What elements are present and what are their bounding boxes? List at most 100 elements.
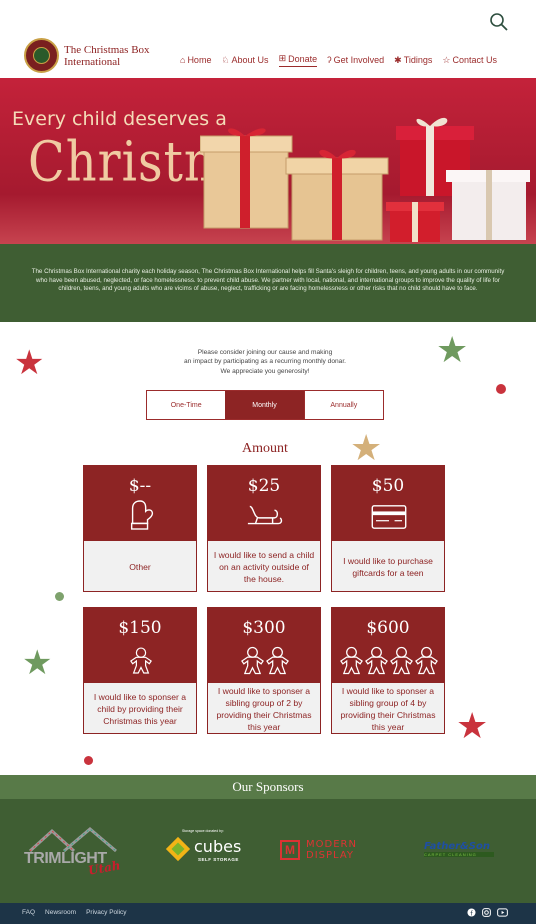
- hero-tagline: Every child deserves a: [12, 108, 227, 130]
- tree-icon: ☆: [442, 54, 451, 65]
- giftcard-icon: [371, 505, 407, 529]
- sponsors-area: TRIMLIGHT Utah Storage space donated by:…: [0, 799, 536, 903]
- nav-donate[interactable]: ⊞ Donate: [278, 53, 318, 67]
- tab-one-time[interactable]: One-Time: [147, 391, 225, 419]
- main-nav: ⌂ Home ♘ About Us ⊞ Donate ʔ Get Involved ✱ T…: [180, 53, 497, 67]
- gift-icon: ⊞: [278, 53, 287, 63]
- dot-decoration: [55, 592, 64, 601]
- nav-get-involved[interactable]: ʔ Get Involved: [327, 53, 384, 67]
- brand-name[interactable]: The Christmas Box International: [64, 44, 184, 68]
- nav-label: About Us: [231, 55, 269, 65]
- card-header: $25: [208, 466, 320, 541]
- card-header: $50: [332, 466, 444, 541]
- gift-boxes-image: [200, 117, 530, 242]
- card-description: I would like to sponser a child by provi…: [93, 691, 187, 726]
- tab-annually[interactable]: Annually: [303, 391, 383, 419]
- donation-card-50[interactable]: $50 I would like to purchase giftcards f…: [331, 465, 445, 592]
- card-price: $600: [366, 618, 410, 638]
- card-description: I would like to send a child on an activ…: [213, 549, 315, 584]
- home-icon: ⌂: [180, 55, 186, 65]
- appeal-line: We appreciate you generosity!: [220, 367, 310, 375]
- cubes-note: Storage space donated by:: [182, 829, 224, 833]
- brand-line-1: The Christmas Box: [64, 44, 150, 56]
- nav-label: Donate: [288, 53, 318, 64]
- snowflake-icon: ✱: [394, 54, 402, 65]
- gingerbread-pair-icon: [241, 646, 289, 675]
- star-decoration: ★: [456, 705, 489, 746]
- nav-home[interactable]: ⌂ Home: [180, 53, 211, 67]
- appeal-line: Please consider joining our cause and ma…: [197, 349, 333, 356]
- nav-about-us[interactable]: ♘ About Us: [221, 53, 268, 67]
- card-description: Other: [129, 561, 151, 572]
- sponsors-heading: Our Sponsors: [0, 775, 536, 799]
- cubes-logo[interactable]: Storage space donated by: cubes SELF STO…: [164, 829, 244, 875]
- card-price: $150: [118, 618, 162, 638]
- nav-label: Home: [187, 55, 212, 65]
- appeal-line: an impact by participating as a recurrin…: [184, 358, 346, 366]
- star-decoration: ★: [436, 329, 469, 370]
- modern-display-name: MODERN DISPLAY: [306, 839, 357, 861]
- card-header: $600: [332, 608, 444, 683]
- nav-label: Get Involved: [333, 55, 385, 65]
- nav-contact-us[interactable]: ☆ Contact Us: [442, 53, 497, 67]
- father-son-name: Father&Son: [424, 841, 490, 852]
- instagram-icon[interactable]: [482, 908, 491, 917]
- dot-decoration: [84, 756, 93, 765]
- gingerbread-group-icon: [340, 646, 438, 675]
- mitten-icon: [130, 500, 154, 530]
- card-price: $--: [128, 476, 152, 496]
- dot-decoration: [496, 384, 506, 394]
- mission-section: The Christmas Box International charity …: [0, 244, 536, 322]
- cubes-sub: SELF STORAGE: [198, 857, 239, 862]
- father-son-logo[interactable]: Father&Son CARPET CLEANING: [424, 841, 494, 863]
- tab-monthly[interactable]: Monthly: [225, 391, 304, 419]
- card-price: $300: [242, 618, 286, 638]
- amount-heading: Amount: [242, 441, 288, 456]
- donation-card-other[interactable]: $-- Other: [83, 465, 197, 592]
- card-header: $150: [84, 608, 196, 683]
- footer-link-privacy[interactable]: Privacy Policy: [86, 909, 126, 916]
- footer-links: FAQ Newsroom Privacy Policy: [22, 909, 127, 916]
- facebook-icon[interactable]: f: [467, 908, 476, 917]
- father-son-sub: CARPET CLEANING: [424, 852, 494, 857]
- donation-card-300[interactable]: $300 I would like to sponser a sibling g…: [207, 607, 321, 734]
- donation-appeal: Please consider joining our cause and ma…: [150, 348, 380, 376]
- donation-card-25[interactable]: $25 I would like to send a child on an a…: [207, 465, 321, 592]
- brand-line-2: International: [64, 56, 121, 68]
- social-links: f: [467, 908, 508, 917]
- star-decoration: ★: [22, 644, 53, 682]
- trimlight-logo[interactable]: TRIMLIGHT Utah: [24, 825, 124, 878]
- cube-icon: [165, 836, 191, 862]
- cubes-name: cubes: [194, 837, 242, 856]
- hero-banner: Every child deserves a Christmas: [0, 78, 536, 244]
- nav-label: Tidings: [403, 55, 433, 65]
- card-description: I would like to sponser a sibling group …: [340, 685, 436, 732]
- gingerbread-icon: [130, 647, 152, 674]
- card-price: $50: [371, 476, 405, 496]
- modern-display-mark: M: [280, 840, 300, 860]
- sleigh-icon: [247, 505, 283, 525]
- card-description: I would like to sponser a sibling group …: [216, 685, 312, 732]
- nav-tidings[interactable]: ✱ Tidings: [394, 53, 432, 67]
- search-icon[interactable]: [489, 12, 509, 32]
- footer-link-newsroom[interactable]: Newsroom: [45, 909, 76, 916]
- nav-label: Contact Us: [452, 55, 498, 65]
- youtube-icon[interactable]: [497, 908, 508, 917]
- angel-icon: ♘: [221, 54, 230, 65]
- site-header: The Christmas Box International ⌂ Home ♘ A…: [0, 0, 536, 78]
- candy-cane-icon: ʔ: [327, 55, 332, 65]
- donation-card-150[interactable]: $150 I would like to sponser a child by …: [83, 607, 197, 734]
- card-header: $--: [84, 466, 196, 541]
- site-footer: FAQ Newsroom Privacy Policy f: [0, 903, 536, 924]
- card-header: $300: [208, 608, 320, 683]
- card-description: I would like to purchase giftcards for a…: [343, 555, 433, 578]
- star-decoration: ★: [14, 344, 45, 382]
- frequency-toggle: One-Time Monthly Annually: [146, 390, 384, 420]
- card-price: $25: [247, 476, 281, 496]
- footer-link-faq[interactable]: FAQ: [22, 909, 35, 916]
- donate-page: The Christmas Box International ⌂ Home ♘ A…: [0, 0, 536, 924]
- christmas-box-logo[interactable]: [24, 38, 59, 73]
- mission-text: The Christmas Box International charity …: [31, 268, 505, 292]
- modern-display-logo[interactable]: M MODERN DISPLAY: [280, 839, 380, 863]
- donation-card-600[interactable]: $600 I would like to sponser a sibling g…: [331, 607, 445, 734]
